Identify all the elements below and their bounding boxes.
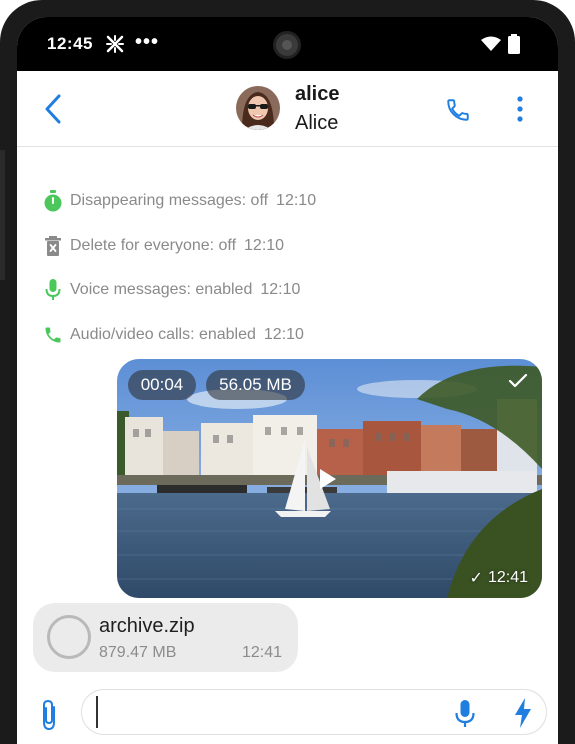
camera-cutout	[273, 31, 301, 59]
back-button[interactable]	[41, 93, 67, 125]
wifi-icon	[481, 36, 501, 51]
status-bar: 12:45 •••	[17, 17, 558, 71]
sent-check-icon: ✓	[469, 570, 483, 587]
video-time: 12:41	[487, 569, 528, 586]
play-icon[interactable]	[319, 468, 337, 490]
compose-bar	[17, 678, 558, 744]
video-message[interactable]: 00:04 56.05 MB ✓ 12:41	[117, 359, 542, 598]
side-button	[0, 150, 5, 280]
battery-icon	[508, 34, 520, 54]
video-duration: 00:04	[128, 370, 196, 400]
video-size: 56.05 MB	[206, 370, 305, 400]
file-name: archive.zip	[99, 615, 195, 637]
more-menu-button[interactable]	[516, 96, 524, 122]
event-time: 12:10	[260, 281, 301, 298]
event-disappearing-messages: Disappearing messages: off 12:10	[43, 189, 316, 213]
event-text: Delete for everyone: off	[70, 237, 237, 254]
event-text: Audio/video calls: enabled	[70, 326, 256, 343]
chat-header: alice Alice	[17, 71, 558, 147]
video-timestamp: ✓ 12:41	[470, 568, 528, 588]
event-calls: Audio/video calls: enabled 12:10	[43, 323, 304, 347]
status-time: 12:45	[47, 34, 93, 53]
phone-icon	[43, 324, 63, 346]
screen: 12:45 ••• alice Alice Disappearing messa…	[17, 17, 558, 744]
live-message-button[interactable]	[514, 698, 532, 728]
delivered-check-icon	[508, 373, 528, 388]
file-message[interactable]: archive.zip 879.47 MB 12:41	[33, 603, 298, 672]
event-text: Voice messages: enabled	[70, 281, 253, 298]
message-input[interactable]	[96, 696, 436, 728]
avatar[interactable]	[236, 86, 280, 130]
file-size: 879.47 MB	[99, 644, 177, 661]
phone-call-button[interactable]	[445, 97, 471, 123]
avatar-image	[236, 86, 280, 130]
chat-area[interactable]: Disappearing messages: off 12:10 Delete …	[17, 148, 558, 678]
file-time: 12:41	[241, 644, 282, 661]
notification-icon	[106, 35, 124, 53]
download-progress-icon[interactable]	[47, 615, 91, 659]
contact-name[interactable]: alice	[295, 83, 339, 106]
timer-icon	[43, 190, 63, 212]
event-text: Disappearing messages: off	[70, 192, 269, 209]
event-time: 12:10	[276, 192, 317, 209]
event-time: 12:10	[244, 237, 285, 254]
event-time: 12:10	[263, 326, 304, 343]
trash-icon	[43, 235, 63, 257]
more-notifications-icon: •••	[135, 31, 160, 53]
event-voice-messages: Voice messages: enabled 12:10	[43, 278, 300, 302]
mic-icon	[43, 279, 63, 301]
attach-button[interactable]	[37, 698, 61, 732]
contact-full-name[interactable]: Alice	[295, 112, 338, 135]
event-delete-for-everyone: Delete for everyone: off 12:10	[43, 234, 284, 258]
voice-record-button[interactable]	[455, 700, 475, 728]
message-input-box[interactable]	[81, 689, 547, 735]
